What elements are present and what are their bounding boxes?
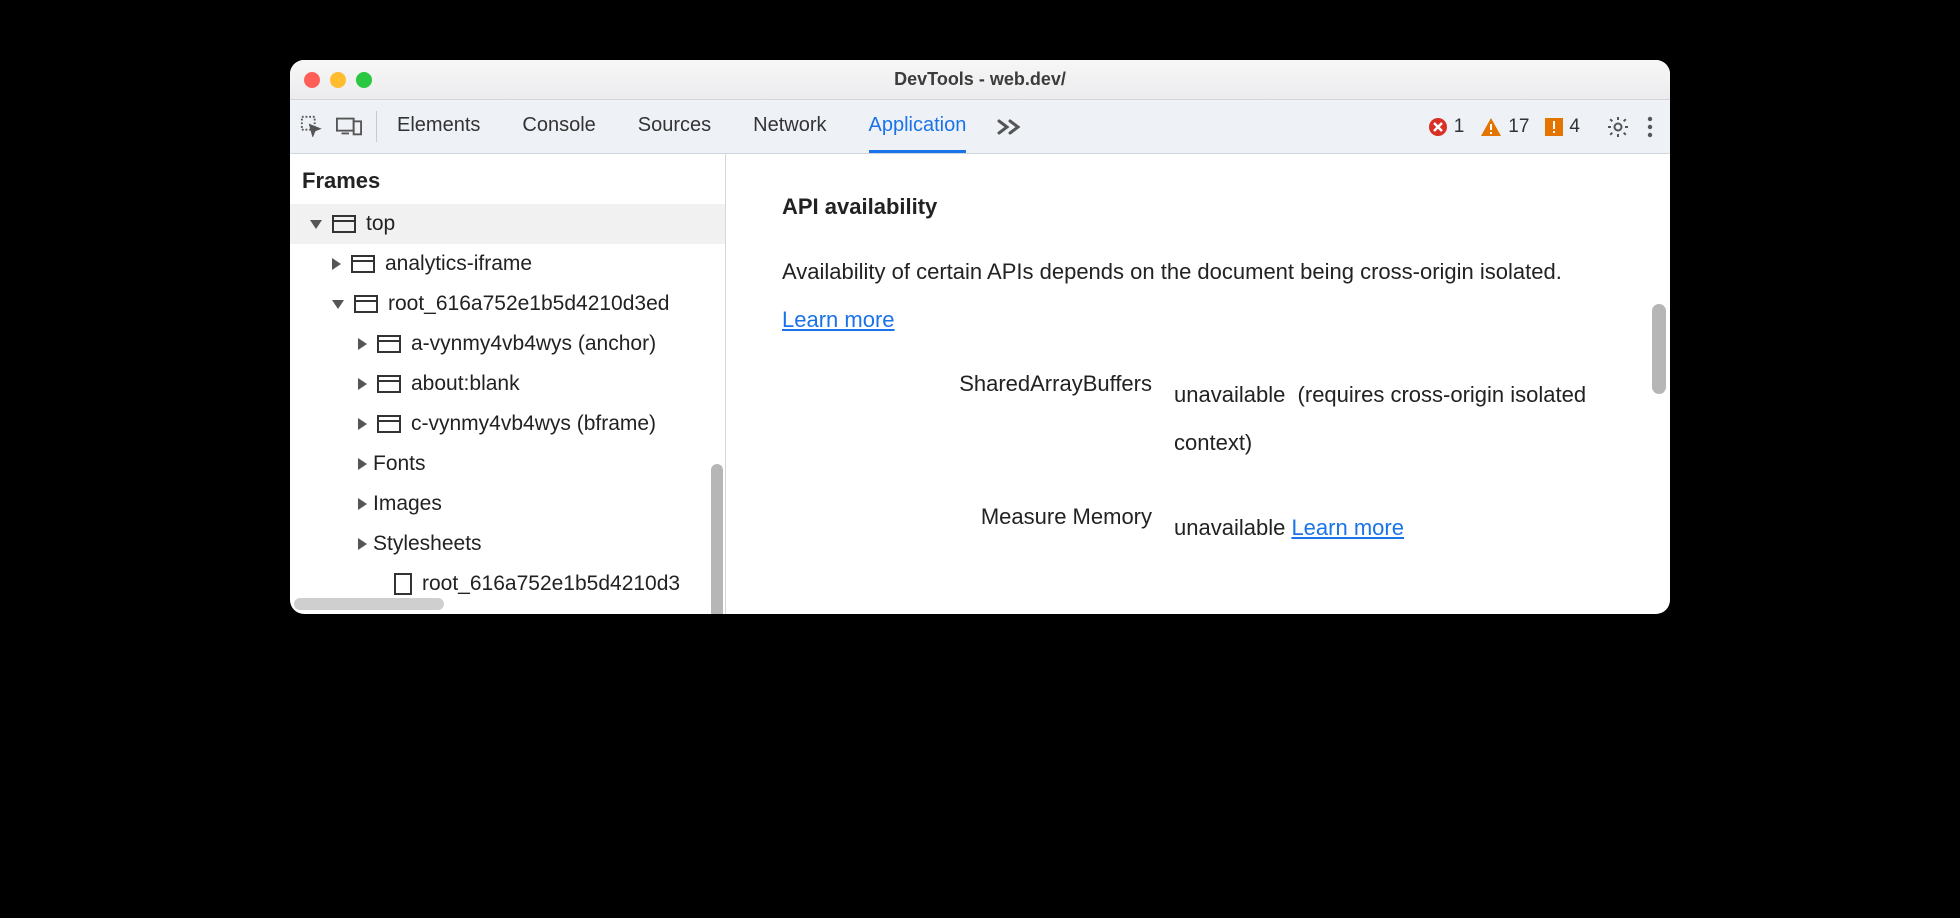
- frames-sidebar: Frames top analytics-iframe root_616a752…: [290, 154, 726, 614]
- content-area: Frames top analytics-iframe root_616a752…: [290, 154, 1670, 614]
- tree-label: root_616a752e1b5d4210d3ed: [388, 292, 669, 316]
- error-counter[interactable]: 1: [1428, 116, 1465, 138]
- learn-more-link[interactable]: Learn more: [1291, 515, 1404, 540]
- kebab-menu-icon[interactable]: [1646, 116, 1654, 138]
- tree-item[interactable]: Fonts: [290, 444, 725, 484]
- file-icon: [394, 573, 412, 595]
- tab-network[interactable]: Network: [753, 100, 826, 153]
- section-description: Availability of certain APIs depends on …: [782, 248, 1614, 345]
- frames-tree: top analytics-iframe root_616a752e1b5d42…: [290, 204, 725, 614]
- minimize-window-button[interactable]: [330, 72, 346, 88]
- frame-icon: [351, 255, 375, 273]
- tree-item[interactable]: a-vynmy4vb4wys (anchor): [290, 324, 725, 364]
- tab-elements[interactable]: Elements: [397, 100, 480, 153]
- chevron-down-icon[interactable]: [310, 220, 322, 229]
- api-status: unavailable: [1174, 382, 1285, 407]
- section-title: API availability: [782, 194, 1614, 220]
- tree-item[interactable]: about:blank: [290, 364, 725, 404]
- devtools-toolbar: Elements Console Sources Network Applica…: [290, 100, 1670, 154]
- tree-label: c-vynmy4vb4wys (bframe): [411, 412, 656, 436]
- frame-icon: [377, 335, 401, 353]
- window-title: DevTools - web.dev/: [290, 69, 1670, 90]
- main-panel: API availability Availability of certain…: [726, 154, 1670, 614]
- warning-count: 17: [1508, 116, 1529, 138]
- tree-label: Images: [373, 492, 442, 516]
- chevron-right-icon[interactable]: [358, 418, 367, 430]
- tree-label: analytics-iframe: [385, 252, 532, 276]
- api-row-label: Measure Memory: [782, 504, 1152, 530]
- issue-counter[interactable]: 4: [1545, 116, 1580, 138]
- tab-sources[interactable]: Sources: [638, 100, 711, 153]
- devtools-window: DevTools - web.dev/ Elements Console: [290, 60, 1670, 614]
- tree-label: Fonts: [373, 452, 426, 476]
- chevron-right-icon[interactable]: [358, 338, 367, 350]
- inspect-element-icon[interactable]: [300, 115, 322, 137]
- tab-application[interactable]: Application: [869, 100, 967, 153]
- maximize-window-button[interactable]: [356, 72, 372, 88]
- tree-label: top: [366, 212, 395, 236]
- tree-label: about:blank: [411, 372, 520, 396]
- main-scrollbar-vertical[interactable]: [1652, 304, 1666, 394]
- api-row-label: SharedArrayBuffers: [782, 371, 1152, 397]
- tree-item[interactable]: Images: [290, 484, 725, 524]
- settings-icon[interactable]: [1606, 115, 1630, 139]
- chevron-right-icon[interactable]: [332, 258, 341, 270]
- tree-label: a-vynmy4vb4wys (anchor): [411, 332, 656, 356]
- tree-item[interactable]: analytics-iframe: [290, 244, 725, 284]
- learn-more-link[interactable]: Learn more: [782, 307, 895, 332]
- sidebar-scrollbar-vertical[interactable]: [711, 464, 723, 614]
- api-status: unavailable: [1174, 515, 1285, 540]
- frame-icon: [377, 375, 401, 393]
- warning-icon: [1480, 117, 1502, 137]
- description-text: Availability of certain APIs depends on …: [782, 259, 1562, 284]
- chevron-down-icon[interactable]: [332, 300, 344, 309]
- chevron-right-icon[interactable]: [358, 458, 367, 470]
- error-count: 1: [1454, 116, 1465, 138]
- frame-icon: [377, 415, 401, 433]
- tab-console[interactable]: Console: [522, 100, 595, 153]
- api-row-value: unavailable (requires cross-origin isola…: [1174, 371, 1614, 468]
- titlebar: DevTools - web.dev/: [290, 60, 1670, 100]
- api-table: SharedArrayBuffers unavailable (requires…: [782, 371, 1614, 552]
- sidebar-header: Frames: [290, 154, 725, 204]
- window-controls: [304, 72, 372, 88]
- tree-item[interactable]: root_616a752e1b5d4210d3ed: [290, 284, 725, 324]
- more-tabs-icon[interactable]: [996, 118, 1022, 136]
- chevron-right-icon[interactable]: [358, 498, 367, 510]
- tree-item[interactable]: c-vynmy4vb4wys (bframe): [290, 404, 725, 444]
- chevron-right-icon[interactable]: [358, 378, 367, 390]
- tree-item-top[interactable]: top: [290, 204, 725, 244]
- error-icon: [1428, 117, 1448, 137]
- api-row-value: unavailable Learn more: [1174, 504, 1614, 552]
- chevron-right-icon[interactable]: [358, 538, 367, 550]
- close-window-button[interactable]: [304, 72, 320, 88]
- issue-icon: [1545, 118, 1563, 136]
- tree-label: Stylesheets: [373, 532, 482, 556]
- sidebar-scrollbar-horizontal[interactable]: [294, 598, 444, 610]
- frame-icon: [332, 215, 356, 233]
- device-toolbar-icon[interactable]: [336, 115, 362, 137]
- frame-icon: [354, 295, 378, 313]
- warning-counter[interactable]: 17: [1480, 116, 1529, 138]
- tree-item[interactable]: Stylesheets: [290, 524, 725, 564]
- panel-tabs: Elements Console Sources Network Applica…: [397, 100, 966, 153]
- tree-label: root_616a752e1b5d4210d3: [422, 572, 680, 596]
- issue-count: 4: [1569, 116, 1580, 138]
